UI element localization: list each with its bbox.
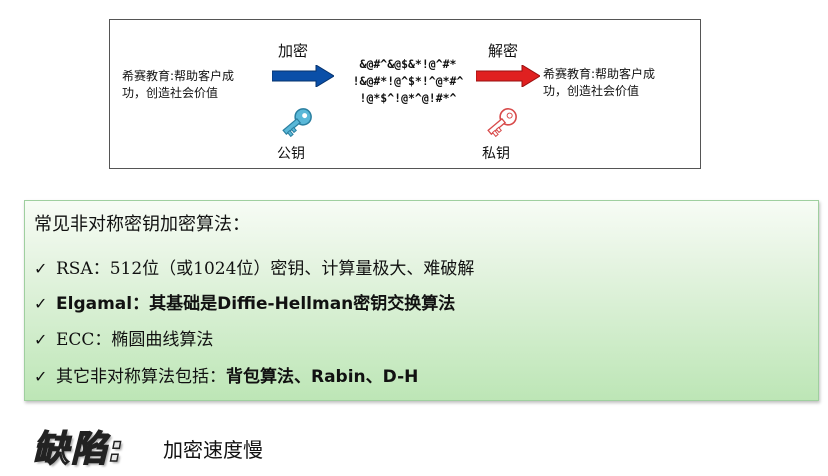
check-icon: ✓	[34, 259, 48, 278]
check-icon: ✓	[34, 294, 48, 313]
drawback-label: 缺陷:	[32, 428, 126, 470]
plaintext-right-line-2: 功，创造社会价值	[543, 84, 640, 98]
ciphertext-line-3: !@*$^!@*^@!#*^	[359, 91, 457, 105]
arrow-right-icon	[272, 65, 334, 87]
decrypt-label: 解密	[488, 42, 519, 60]
key-icon	[487, 108, 517, 138]
list-item-strong-text: 背包算法、Rabin、D-H	[226, 367, 419, 387]
plaintext-left: 希赛教育:帮助客户成 功，创造社会价值	[122, 68, 262, 102]
ciphertext: &@#^&@$&*!@^#* !&@#*!@^$*!^@*#^ !@*$^!@*…	[333, 56, 483, 107]
check-icon: ✓	[34, 330, 48, 349]
public-key-label: 公钥	[277, 146, 305, 162]
list-item: ✓ 其它非对称算法包括：背包算法、Rabin、D-H	[34, 362, 418, 387]
check-icon: ✓	[34, 367, 48, 386]
algorithms-title: 常见非对称密钥加密算法：	[34, 214, 250, 235]
plaintext-right-line-1: 希赛教育:帮助客户成	[543, 67, 656, 81]
list-item-text: Elgamal：其基础是Diffie-Hellman密钥交换算法	[56, 294, 456, 314]
ciphertext-line-2: !&@#*!@^$*!^@*#^	[352, 74, 464, 88]
plaintext-left-line-1: 希赛教育:帮助客户成	[122, 69, 235, 83]
list-item: ✓ RSA：512位（或1024位）密钥、计算量极大、难破解	[34, 254, 474, 279]
plaintext-right: 希赛教育:帮助客户成 功，创造社会价值	[543, 66, 691, 100]
drawback-text: 加密速度慢	[163, 438, 263, 462]
ciphertext-line-1: &@#^&@$&*!@^#*	[359, 57, 457, 71]
list-item-text: RSA：512位（或1024位）密钥、计算量极大、难破解	[56, 259, 475, 279]
plaintext-left-line-2: 功，创造社会价值	[122, 86, 219, 100]
key-icon	[282, 108, 312, 138]
encrypt-label: 加密	[278, 42, 309, 60]
algorithms-box: 常见非对称密钥加密算法： ✓ RSA：512位（或1024位）密钥、计算量极大、难…	[24, 200, 819, 401]
list-item-text: ECC：椭圆曲线算法	[56, 330, 214, 350]
list-item: ✓ ECC：椭圆曲线算法	[34, 325, 213, 350]
list-item: ✓ Elgamal：其基础是Diffie-Hellman密钥交换算法	[34, 289, 455, 314]
private-key-label: 私钥	[482, 146, 510, 162]
arrow-right-icon	[476, 65, 540, 87]
list-item-text: 其它非对称算法包括：	[56, 367, 226, 387]
encryption-diagram: 希赛教育:帮助客户成 功，创造社会价值 加密 &@#^&@$&*!@^#* !&…	[109, 19, 701, 169]
